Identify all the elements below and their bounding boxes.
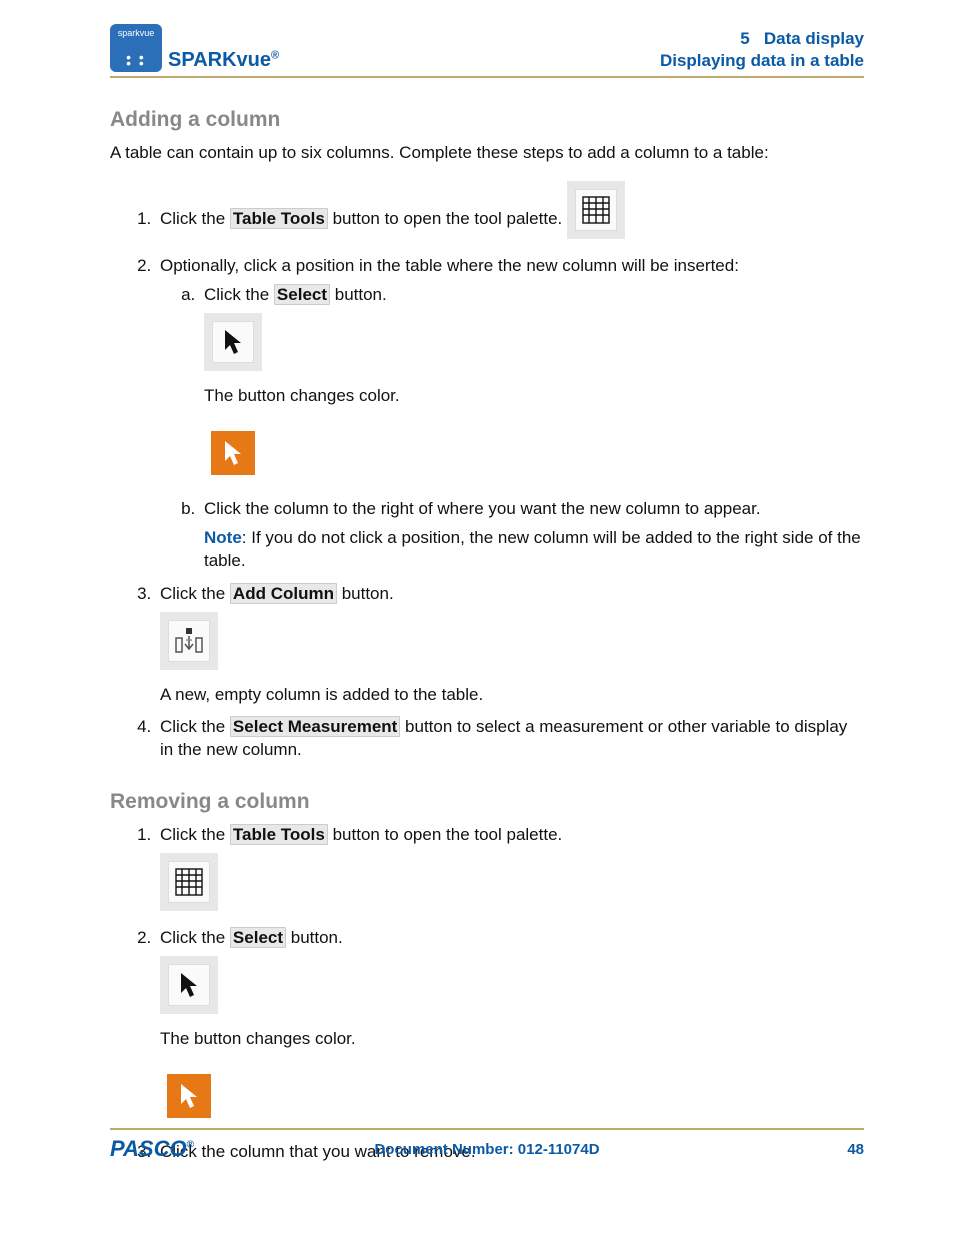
chapter-line: 5 Data display: [660, 28, 864, 50]
add-step-2b: Click the column to the right of where y…: [200, 498, 864, 573]
note-label: Note: [204, 528, 242, 547]
add-step-1: Click the Table Tools button to open the…: [156, 175, 864, 247]
step2a-after: The button changes color.: [204, 385, 864, 408]
sparkvue-logo: sparkvue • •• •: [110, 24, 162, 72]
product-name: SPARKvue®: [168, 49, 279, 72]
logo-text: sparkvue: [118, 28, 155, 38]
add-step-2: Optionally, click a position in the tabl…: [156, 255, 864, 573]
step3-after: A new, empty column is added to the tabl…: [160, 684, 864, 707]
select-label-2: Select: [230, 927, 286, 948]
select-cursor-active-icon: [204, 424, 262, 482]
remove-step-1: Click the Table Tools button to open the…: [156, 824, 864, 919]
document-number: Document Number: 012-11074D: [110, 1141, 864, 1158]
remove-steps-list: Click the Table Tools button to open the…: [110, 824, 864, 1164]
subsection-line: Displaying data in a table: [660, 50, 864, 72]
note-text: : If you do not click a position, the ne…: [204, 528, 861, 570]
add-step-4: Click the Select Measurement button to s…: [156, 716, 864, 762]
add-step-3: Click the Add Column button.: [156, 583, 864, 707]
add-column-label: Add Column: [230, 583, 337, 604]
intro-add: A table can contain up to six columns. C…: [110, 142, 864, 165]
add-step-2a: Click the Select button. The button chan…: [200, 284, 864, 490]
table-tools-icon-2: [160, 853, 218, 911]
page-footer: PASCO® Document Number: 012-11074D 48: [110, 1128, 864, 1162]
remove-step-2: Click the Select button. The button chan…: [156, 927, 864, 1133]
select-cursor-icon-2: [160, 956, 218, 1014]
add-steps-list: Click the Table Tools button to open the…: [110, 175, 864, 762]
select-cursor-active-icon-2: [160, 1067, 218, 1125]
heading-adding-column: Adding a column: [110, 108, 864, 132]
r-step2-after: The button changes color.: [160, 1028, 864, 1051]
table-tools-label-2: Table Tools: [230, 824, 328, 845]
select-cursor-icon: [204, 313, 262, 371]
select-label: Select: [274, 284, 330, 305]
add-column-icon: [160, 612, 218, 670]
select-measurement-label: Select Measurement: [230, 716, 400, 737]
table-tools-label: Table Tools: [230, 208, 328, 229]
heading-removing-column: Removing a column: [110, 790, 864, 814]
page-header: sparkvue • •• • SPARKvue® 5 Data display…: [110, 24, 864, 78]
table-tools-icon: [567, 181, 625, 239]
